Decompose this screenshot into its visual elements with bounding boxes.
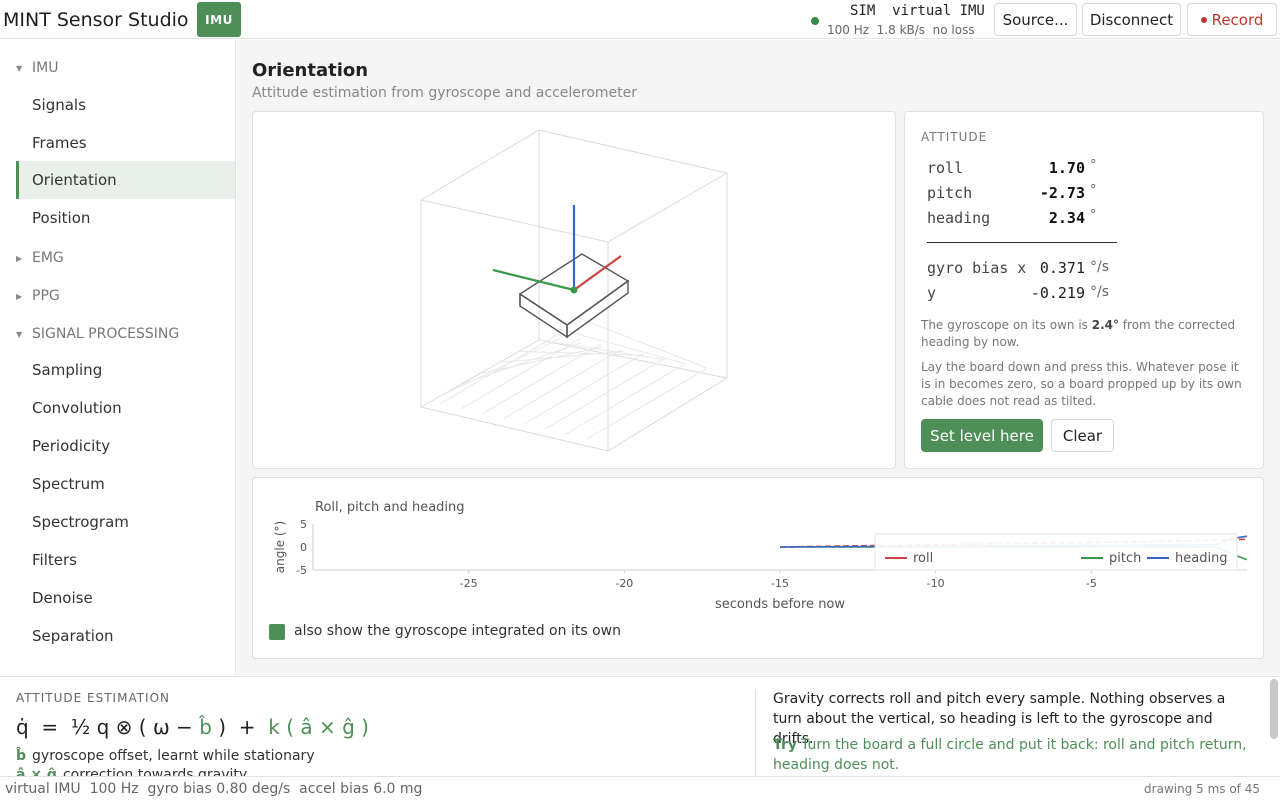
panel-divider (755, 689, 756, 776)
attitude-panel: ATTITUDE roll 1.70 ° pitch -2.73 ° headi… (904, 111, 1264, 469)
caret-right-icon: ▶ (16, 253, 23, 263)
connection-status-dot (811, 17, 819, 25)
x-tick-label: -5 (1086, 577, 1097, 590)
roll-value: 1.70 (1048, 159, 1085, 177)
pitch-label: pitch (927, 184, 973, 202)
attitude-divider (927, 242, 1117, 243)
sidebar-group-imu[interactable]: ▼ IMU (16, 60, 58, 76)
page-title: Orientation (252, 60, 369, 81)
sidebar-group-signal-processing[interactable]: ▼ SIGNAL PROCESSING (16, 326, 179, 342)
gyro-bias-y-label: y (927, 284, 937, 302)
legend-label-pitch: pitch (1109, 551, 1141, 566)
gyro-integrated-label[interactable]: also show the gyroscope integrated on it… (294, 623, 621, 639)
sidebar-item-sampling[interactable]: Sampling (16, 351, 235, 389)
panel-scrollbar[interactable] (1270, 679, 1278, 739)
angle-chart[interactable]: 5 0 -5 -25 -20 -15 -10 -5 seconds before now angl… (253, 478, 1263, 618)
pitch-unit: ° (1090, 183, 1097, 198)
gyro-bias-x-unit: °/s (1090, 259, 1110, 275)
gyro-integrated-checkbox[interactable] (269, 624, 285, 640)
status-bar-info: virtual IMU 100 Hz gyro bias 0.80 deg/s … (5, 781, 423, 797)
y-tick-label: 0 (300, 541, 307, 554)
drift-value: 2.4° (1091, 318, 1119, 332)
angle-chart-card: Roll, pitch and heading 5 0 -5 -25 -20 -15 -10… (252, 477, 1264, 659)
app-title: MINT Sensor Studio (3, 9, 189, 31)
record-dot-icon (1200, 16, 1207, 23)
connection-source: SIM virtual IMU (850, 3, 985, 19)
try-hint: Try Turn the board a full circle and put … (773, 737, 1247, 773)
gyro-bias-x-value: 0.371 (1039, 259, 1085, 277)
gyro-bias-y-value: -0.219 (1030, 284, 1085, 302)
estimation-heading: ATTITUDE ESTIMATION (16, 691, 171, 705)
sidebar-item-separation[interactable]: Separation (16, 617, 235, 655)
y-tick-label: -5 (296, 564, 307, 577)
pitch-value: -2.73 (1039, 184, 1085, 202)
definition-bias: b̂ gyroscope offset, learnt while station… (16, 748, 315, 764)
sidebar-item-spectrogram[interactable]: Spectrogram (16, 503, 235, 541)
sidebar-item-frames[interactable]: Frames (16, 124, 235, 162)
roll-unit: ° (1090, 158, 1097, 173)
gyro-bias-y-unit: °/s (1090, 284, 1110, 300)
gyro-bias-x-label: gyro bias x (927, 259, 1027, 277)
x-tick-label: -20 (615, 577, 633, 590)
attitude-heading: ATTITUDE (921, 130, 988, 144)
caret-down-icon: ▼ (16, 63, 23, 73)
sidebar-item-periodicity[interactable]: Periodicity (16, 427, 235, 465)
heading-value: 2.34 (1048, 209, 1085, 227)
legend-label-roll: roll (913, 551, 933, 566)
orientation-3d-svg[interactable] (253, 112, 897, 470)
status-bar: virtual IMU 100 Hz gyro bias 0.80 deg/s … (0, 776, 1280, 800)
legend-label-heading: heading (1175, 551, 1228, 566)
heading-unit: ° (1090, 208, 1097, 223)
x-tick-label: -10 (927, 577, 945, 590)
connection-stats: 100 Hz 1.8 kB/s no loss (827, 23, 975, 37)
sidebar-item-orientation[interactable]: Orientation (16, 161, 235, 199)
record-button[interactable]: Record (1187, 3, 1277, 36)
x-tick-label: -25 (460, 577, 478, 590)
y-tick-label: 5 (300, 518, 307, 531)
sidebar-item-convolution[interactable]: Convolution (16, 389, 235, 427)
y-axis-label: angle (°) (273, 521, 287, 573)
sidebar-item-signals[interactable]: Signals (16, 86, 235, 124)
x-tick-label: -15 (771, 577, 789, 590)
sidebar-group-ppg[interactable]: ▶ PPG (16, 288, 60, 304)
roll-label: roll (927, 159, 964, 177)
heading-label: heading (927, 209, 991, 227)
y-axis-line (492, 268, 575, 292)
page-subtitle: Attitude estimation from gyroscope and a… (252, 85, 638, 101)
render-timing: drawing 5 ms of 45 (1144, 782, 1260, 796)
caret-right-icon: ▶ (16, 291, 23, 301)
x-axis-label: seconds before now (715, 597, 845, 612)
caret-down-icon: ▼ (16, 329, 23, 339)
explanation-panel: ATTITUDE ESTIMATION q̇ = ½ q ⊗ ( ω − b̂ … (0, 676, 1280, 776)
level-note: Lay the board down and press this. Whate… (921, 360, 1242, 408)
orientation-3d-view[interactable] (252, 111, 896, 469)
main-content: Orientation Attitude estimation from gyr… (237, 40, 1280, 675)
sidebar-item-position[interactable]: Position (16, 199, 235, 237)
set-level-button[interactable]: Set level here (921, 419, 1043, 452)
drift-note: The gyroscope on its own is 2.4° from th… (921, 318, 1236, 349)
sidebar-item-denoise[interactable]: Denoise (16, 579, 235, 617)
imu-badge[interactable]: IMU (197, 2, 241, 37)
definition-correction: â × ĝ correction towards gravity (16, 767, 248, 776)
origin-marker (570, 286, 578, 294)
sidebar-item-spectrum[interactable]: Spectrum (16, 465, 235, 503)
sidebar: ▼ IMU Signals Frames Orientation Position… (0, 40, 236, 675)
estimation-formula: q̇ = ½ q ⊗ ( ω − b̂ ) + k ( â × ĝ ) (16, 715, 369, 739)
clear-button[interactable]: Clear (1051, 419, 1114, 452)
sidebar-group-emg[interactable]: ▶ EMG (16, 250, 64, 266)
source-button[interactable]: Source... (994, 3, 1077, 36)
disconnect-button[interactable]: Disconnect (1082, 3, 1181, 36)
sidebar-item-filters[interactable]: Filters (16, 541, 235, 579)
record-label: Record (1211, 10, 1264, 29)
app-header: MINT Sensor Studio IMU SIM virtual IMU 1… (0, 0, 1280, 39)
